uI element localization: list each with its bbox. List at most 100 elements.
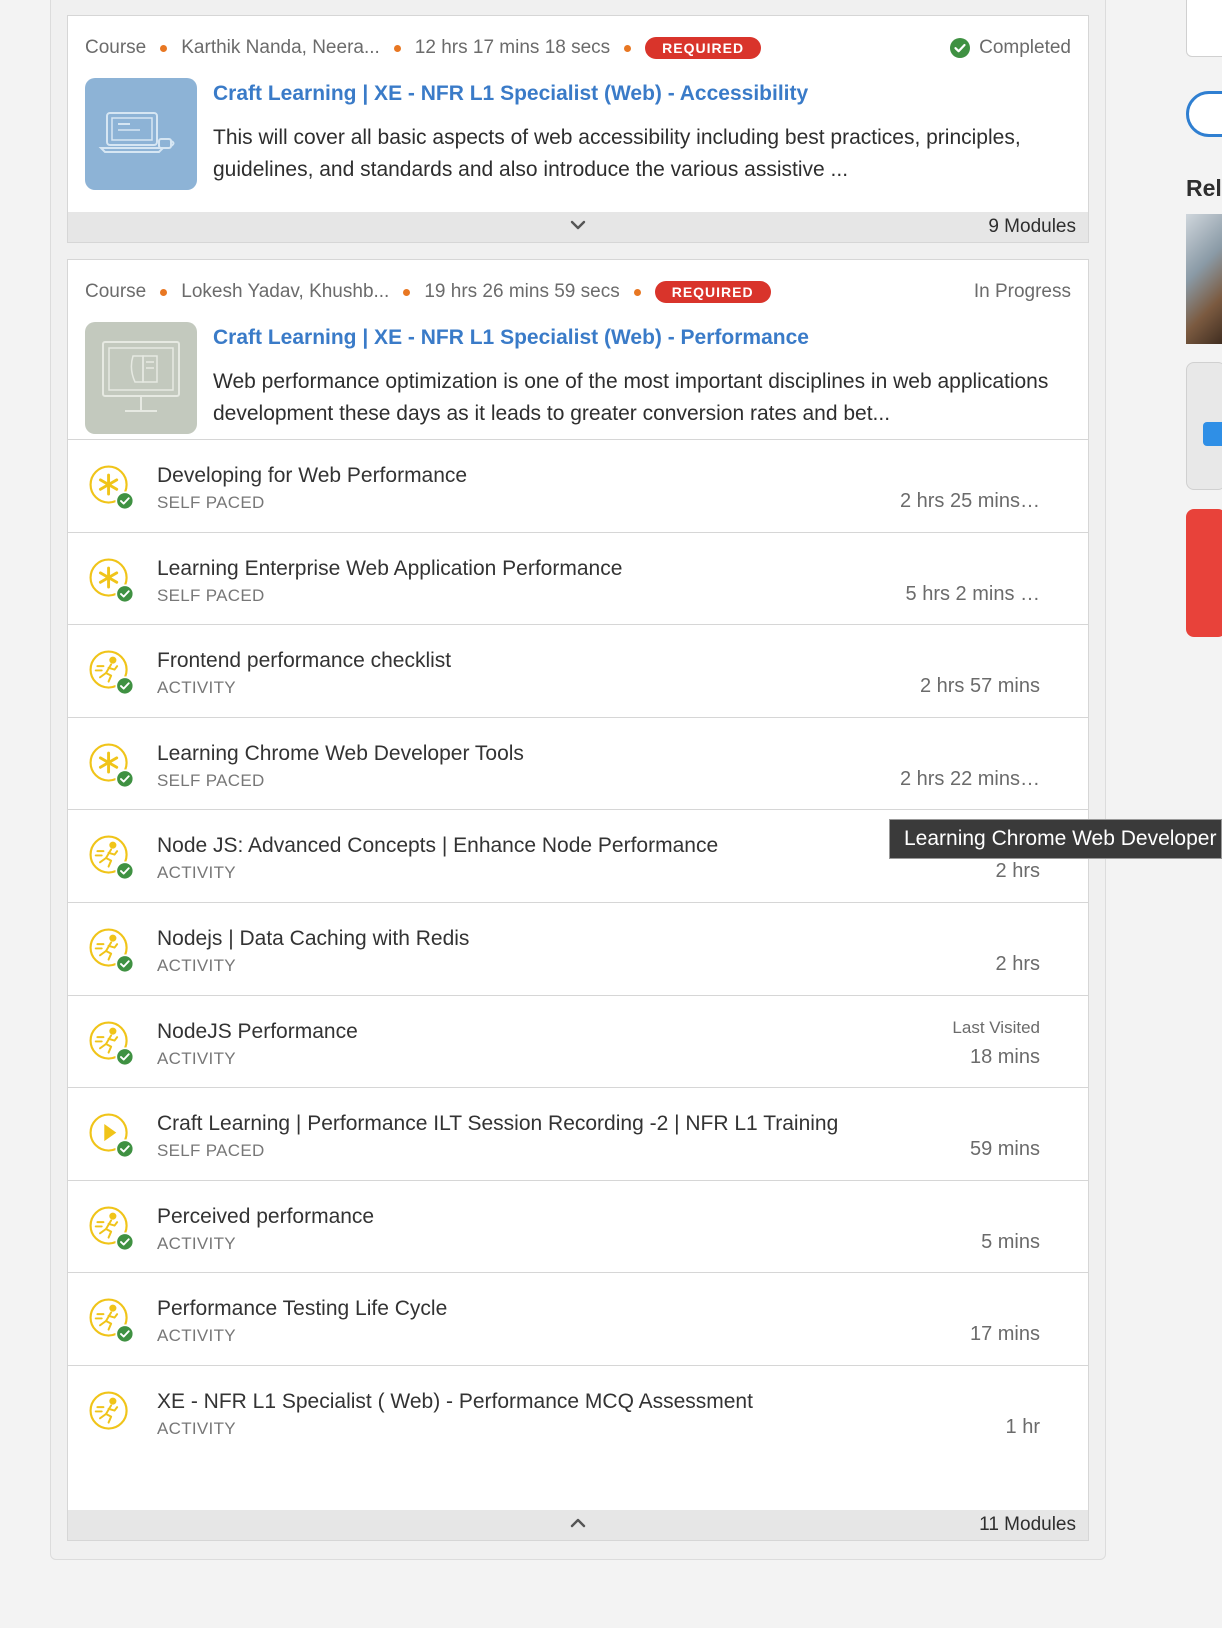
activity-runner-icon [89, 835, 135, 881]
self-paced-icon [89, 465, 135, 511]
video-play-icon [89, 1113, 135, 1159]
course-footer[interactable]: 9 Modules [68, 212, 1088, 242]
completed-check-icon [950, 38, 971, 58]
related-heading: Rel [1186, 175, 1222, 201]
modules-count: 11 Modules [979, 1514, 1076, 1535]
module-type: ACTIVITY [157, 863, 236, 883]
module-title[interactable]: XE - NFR L1 Specialist ( Web) - Performa… [157, 1390, 753, 1414]
module-row[interactable]: Learning Enterprise Web Application Perf… [68, 531, 1088, 628]
modules-count: 9 Modules [988, 216, 1076, 237]
course-card-accessibility: Course Karthik Nanda, Neera... 12 hrs 17… [67, 15, 1089, 243]
course-type: Course [85, 37, 147, 58]
related-card-badge [1203, 422, 1222, 446]
module-duration: 2 hrs 25 mins… [899, 490, 1040, 512]
module-type: ACTIVITY [157, 1233, 236, 1253]
activity-runner-icon [89, 1021, 135, 1066]
module-row[interactable]: Learning Chrome Web Developer Tools SELF… [68, 716, 1088, 813]
module-row[interactable]: Nodejs | Data Caching with Redis ACTIVIT… [68, 902, 1088, 998]
course-duration: 19 hrs 26 mins 59 secs [424, 281, 620, 302]
course-title-link[interactable]: Craft Learning | XE - NFR L1 Specialist … [213, 82, 808, 106]
module-row[interactable]: Developing for Web Performance SELF PACE… [68, 439, 1088, 535]
course-footer[interactable]: 11 Modules [68, 1510, 1088, 1540]
module-row[interactable]: XE - NFR L1 Specialist ( Web) - Performa… [68, 1365, 1088, 1461]
module-duration: 59 mins [969, 1138, 1040, 1161]
course-thumbnail[interactable] [85, 78, 197, 190]
module-title[interactable]: Performance Testing Life Cycle [157, 1297, 447, 1321]
activity-runner-icon [89, 1298, 135, 1344]
course-type: Course [85, 281, 147, 302]
module-duration: 2 hrs 57 mins [919, 675, 1040, 698]
course-description: Web performance optimization is one of t… [213, 370, 1049, 425]
module-row[interactable]: Frontend performance checklist ACTIVITY … [68, 624, 1088, 720]
module-duration: 17 mins [969, 1323, 1040, 1346]
course-meta: Course Karthik Nanda, Neera... 12 hrs 17… [85, 34, 1071, 62]
sidebar-box[interactable] [1186, 0, 1222, 57]
module-duration: 5 mins [981, 1230, 1040, 1253]
module-title[interactable]: NodeJS Performance [157, 1020, 358, 1044]
separator-dot [160, 44, 168, 52]
separator-dot [393, 44, 401, 52]
module-type: ACTIVITY [157, 1326, 236, 1346]
related-thumbnail[interactable] [1186, 214, 1222, 344]
last-visited-label: Last Visited [952, 1017, 1040, 1037]
required-badge: REQUIRED [654, 281, 771, 303]
module-title[interactable]: Perceived performance [157, 1205, 374, 1229]
activity-runner-icon [89, 928, 135, 974]
separator-dot [403, 288, 411, 296]
course-thumbnail[interactable] [85, 322, 197, 434]
activity-runner-icon [89, 1391, 128, 1430]
module-row[interactable]: Performance Testing Life Cycle ACTIVITY … [68, 1272, 1088, 1368]
module-duration: 1 hr [1005, 1416, 1040, 1438]
course-status-label: In Progress [973, 281, 1071, 302]
module-row[interactable]: Perceived performance ACTIVITY 5 mins [68, 1179, 1088, 1276]
module-duration: 5 hrs 2 mins … [905, 582, 1040, 605]
module-type: ACTIVITY [157, 956, 236, 975]
course-description: This will cover all basic aspects of web… [213, 126, 1021, 181]
activity-runner-icon [89, 650, 135, 696]
course-title-link[interactable]: Craft Learning | XE - NFR L1 Specialist … [213, 326, 809, 350]
module-row[interactable]: NodeJS Performance ACTIVITY Last Visited… [68, 994, 1088, 1091]
module-title[interactable]: Craft Learning | Performance ILT Session… [157, 1112, 838, 1136]
module-title[interactable]: Learning Enterprise Web Application Perf… [157, 557, 622, 581]
module-title[interactable]: Nodejs | Data Caching with Redis [157, 927, 469, 951]
related-card-red[interactable] [1186, 509, 1222, 637]
course-card-performance: Course Lokesh Yadav, Khushb... 19 hrs 26… [67, 259, 1089, 1541]
self-paced-icon [89, 743, 135, 789]
sidebar-pill-button[interactable] [1186, 91, 1222, 137]
module-type: SELF PACED [157, 770, 265, 790]
module-row[interactable]: Craft Learning | Performance ILT Session… [68, 1087, 1088, 1183]
module-title[interactable]: Frontend performance checklist [157, 649, 451, 673]
module-title[interactable]: Node JS: Advanced Concepts | Enhance Nod… [157, 834, 718, 858]
module-type: SELF PACED [157, 585, 265, 605]
course-status-label: Completed [979, 37, 1071, 58]
module-duration: 2 hrs 22 mins… [899, 767, 1040, 790]
module-type: SELF PACED [157, 493, 265, 512]
monitor-icon [102, 341, 180, 412]
module-title[interactable]: Learning Chrome Web Developer Tools [157, 742, 524, 766]
module-type: ACTIVITY [157, 678, 236, 698]
course-meta: Course Lokesh Yadav, Khushb... 19 hrs 26… [85, 278, 1071, 306]
separator-dot [624, 44, 632, 52]
module-duration: 2 hrs [995, 860, 1040, 883]
course-status: In Progress [974, 281, 1071, 303]
course-status: Completed [950, 37, 1071, 59]
laptop-icon [98, 112, 175, 153]
course-authors: Lokesh Yadav, Khushb... [181, 281, 390, 302]
module-duration: 2 hrs [995, 953, 1040, 975]
separator-dot [633, 288, 641, 296]
module-type: SELF PACED [157, 1141, 265, 1161]
chevron-down-icon[interactable] [567, 214, 589, 236]
activity-runner-icon [89, 1206, 135, 1252]
module-title[interactable]: Developing for Web Performance [157, 464, 467, 488]
tooltip: Learning Chrome Web Developer Tools [889, 819, 1222, 859]
course-duration: 12 hrs 17 mins 18 secs [414, 37, 611, 58]
chevron-up-icon[interactable] [567, 1512, 589, 1534]
related-card[interactable] [1186, 362, 1222, 490]
self-paced-icon [89, 558, 135, 603]
module-type: ACTIVITY [157, 1048, 236, 1068]
module-duration: 18 mins [969, 1045, 1040, 1068]
required-badge: REQUIRED [645, 37, 762, 59]
module-type: ACTIVITY [157, 1419, 236, 1438]
course-authors: Karthik Nanda, Neera... [181, 37, 380, 58]
separator-dot [160, 288, 168, 296]
